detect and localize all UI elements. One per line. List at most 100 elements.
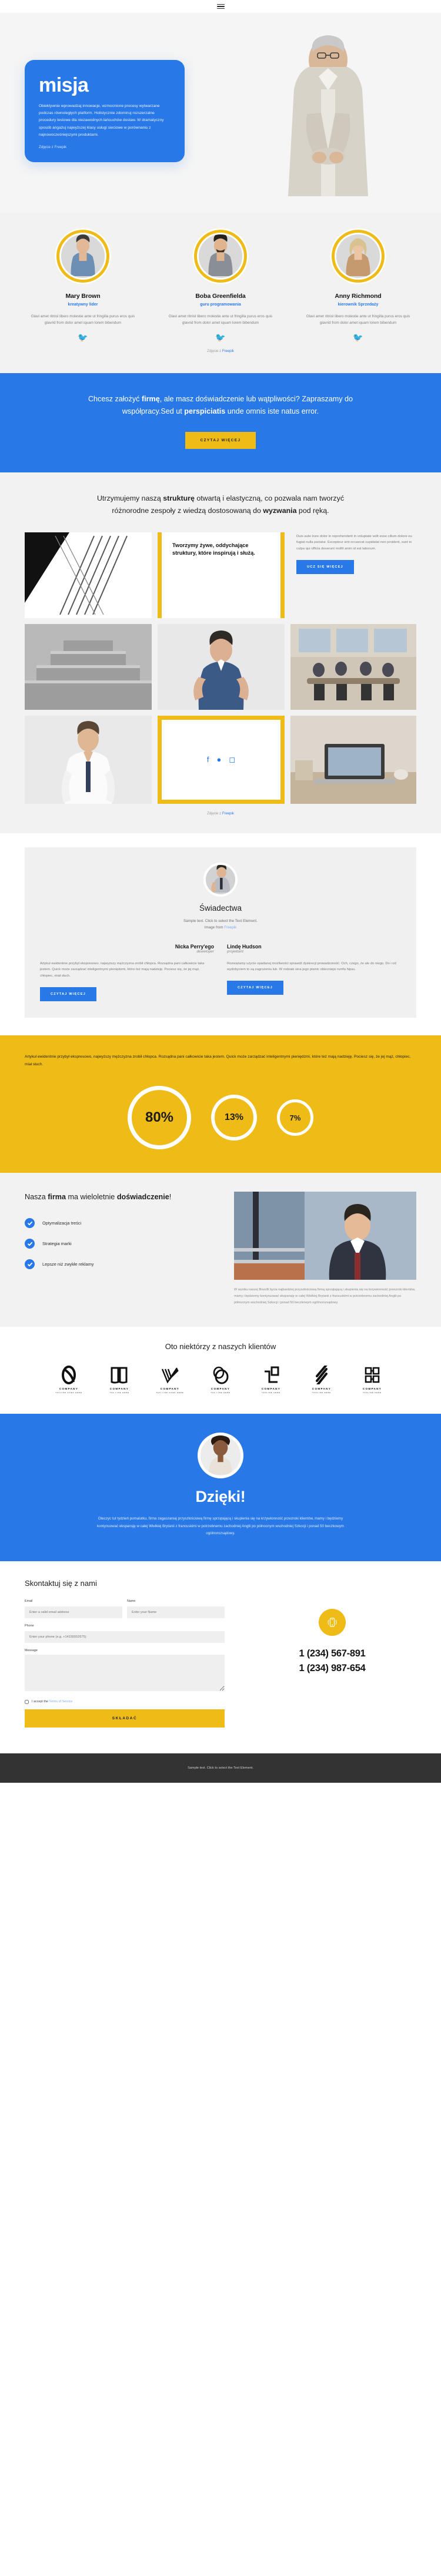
- stat-donut: 80%: [128, 1086, 191, 1150]
- footer-text: Sample text. Click to select the Text El…: [188, 1766, 253, 1770]
- testimonial-name: Nicka Perry'ego: [175, 943, 214, 950]
- heading-bold-2: wyzwania: [263, 506, 297, 515]
- double-circle-mark: [202, 1365, 239, 1385]
- instagram-icon[interactable]: ◻: [229, 756, 235, 763]
- member-role: kreatywny lider: [68, 303, 98, 307]
- grid-image-laptop-desk: [290, 715, 416, 804]
- phone-number-primary[interactable]: 1 (234) 567-891: [248, 1646, 416, 1662]
- submit-button[interactable]: SKŁADAĆ: [25, 1709, 225, 1728]
- experience-heading: Nasza firma ma wieloletnie doświadczenie…: [25, 1192, 219, 1203]
- page-title: misja: [39, 74, 89, 96]
- stat-value: 80%: [145, 1109, 174, 1126]
- book-pages-mark: [101, 1365, 138, 1385]
- testimonials-title: Świadectwa: [199, 903, 242, 913]
- client-logo: COMPANY TAGLINE GOES HERE: [51, 1365, 87, 1394]
- phone-number-secondary[interactable]: 1 (234) 987-654: [248, 1661, 416, 1676]
- heading-e: pod ręką.: [296, 506, 329, 515]
- team-member: Mary Brown kreatywny lider Glavi amet ri…: [22, 228, 143, 341]
- message-textarea[interactable]: [25, 1654, 225, 1691]
- cta-text-bold-1: firmę: [141, 395, 160, 404]
- name-field-group: Name: [127, 1599, 225, 1618]
- member-bio: Glavi amet ritnisl libero molestie ante …: [31, 314, 135, 326]
- client-tagline: TAGLINE HERE: [363, 1391, 382, 1394]
- phone-label: Phone: [25, 1624, 34, 1628]
- read-more-button[interactable]: CZYTAJ WIĘCEJ: [227, 981, 283, 995]
- testimonial-avatar: [203, 862, 238, 897]
- stat-value: 7%: [289, 1113, 301, 1122]
- team-section: Mary Brown kreatywny lider Glavi amet ri…: [0, 213, 441, 374]
- avatar: [330, 228, 386, 284]
- structure-grid: Tworzymy żywe, oddychające struktury, kt…: [25, 532, 416, 804]
- thanks-avatar: [198, 1433, 243, 1479]
- avatar: [55, 228, 111, 284]
- read-more-button[interactable]: CZYTAJ WIĘCEJ: [185, 431, 256, 449]
- feature-label: Optymalizacja treści: [42, 1220, 82, 1226]
- quote-text: Tworzymy żywe, oddychające struktury, kt…: [172, 542, 255, 556]
- client-name: COMPANY: [312, 1387, 332, 1391]
- oval-loop-mark: [51, 1365, 87, 1385]
- read-more-button[interactable]: CZYTAJ WIĘCEJ: [40, 987, 96, 1001]
- square-blocks-mark: [253, 1365, 289, 1385]
- hero-section: misja Obiektywnie wprowadzaj innowacje, …: [0, 13, 441, 213]
- exp-heading-bold-1: firma: [48, 1193, 66, 1202]
- email-input[interactable]: [25, 1606, 122, 1618]
- cta-section: Chcesz założyć firmę, ale masz doświadcz…: [0, 373, 441, 472]
- stats-section: Artykuł ewidentnie przybył ekspresowo, n…: [0, 1035, 441, 1173]
- terms-link[interactable]: Terms of Service: [49, 1700, 72, 1703]
- stat-donut: 7%: [277, 1099, 313, 1136]
- top-bar: [0, 0, 441, 13]
- bracket-grid-mark: [354, 1365, 390, 1385]
- client-name: COMPANY: [109, 1387, 129, 1391]
- social-links-box: f ● ◻: [158, 715, 285, 804]
- name-input[interactable]: [127, 1606, 225, 1618]
- grid-image-meeting: [290, 623, 416, 710]
- member-name: Anny Richmond: [335, 293, 382, 300]
- message-field-group: Message: [25, 1649, 225, 1694]
- testimonial-text: Rozważamy użycie opadanej możliwości spr…: [227, 961, 396, 972]
- page-root: misja Obiektywnie wprowadzaj innowacje, …: [0, 0, 441, 1783]
- stats-lead: Artykuł ewidentnie przybył ekspresowo, n…: [25, 1054, 411, 1067]
- stat-donut: 13%: [211, 1095, 257, 1141]
- experience-caption: W wyniku naszej filozofii bycia najbardz…: [234, 1288, 416, 1304]
- team-photo-credit: Zdjęcie z Freepik: [0, 350, 441, 353]
- contact-section: Skontaktuj się z nami Email Name Phone: [0, 1561, 441, 1753]
- client-tagline: TAGLINE GOES HERE: [55, 1391, 82, 1394]
- facebook-icon[interactable]: f: [207, 756, 209, 763]
- email-label: Email: [25, 1599, 33, 1603]
- twitter-icon[interactable]: 🐦: [22, 333, 143, 341]
- learn-more-button[interactable]: UCZ SIĘ WIĘCEJ: [296, 559, 354, 574]
- testimonials-section: Świadectwa Sample text. Click to select …: [0, 833, 441, 1035]
- contact-form: Email Name Phone Message: [25, 1599, 225, 1728]
- check-stripes-mark: [152, 1365, 188, 1385]
- subtitle-line-1: Sample text. Click to select the Text El…: [183, 918, 258, 923]
- experience-section: Nasza firma ma wieloletnie doświadczenie…: [0, 1173, 441, 1327]
- phone-input[interactable]: [25, 1631, 225, 1643]
- clients-title: Oto niektórzy z naszych klientów: [165, 1342, 276, 1351]
- structure-copy: Duis aute irure dolor in reprehenderit i…: [290, 532, 416, 618]
- twitter-icon[interactable]: ●: [216, 756, 221, 763]
- credit-link[interactable]: Freepik: [222, 812, 234, 816]
- member-name: Boba Greenfielda: [195, 293, 246, 300]
- check-circle-icon: [25, 1218, 35, 1229]
- experience-photo: [234, 1192, 416, 1280]
- cta-text-e: unde omnis iste natus error.: [225, 407, 319, 415]
- terms-checkbox[interactable]: [25, 1699, 29, 1704]
- client-tagline: TAG LINE GOES HERE: [156, 1391, 184, 1394]
- check-circle-icon: [25, 1239, 35, 1249]
- client-logo: COMPANY TAG LINE HERE: [101, 1365, 138, 1394]
- feature-label: Strategia marki: [42, 1241, 72, 1247]
- heading-a: Utrzymujemy naszą: [96, 494, 163, 502]
- hero-photo: [242, 26, 414, 196]
- testimonial-card: Nicka Perry'ego deweloper Artykuł ewiden…: [40, 944, 214, 1001]
- twitter-icon[interactable]: 🐦: [298, 333, 419, 341]
- member-name: Mary Brown: [65, 293, 101, 300]
- email-field-group: Email: [25, 1599, 122, 1618]
- hamburger-menu-icon[interactable]: [216, 4, 225, 9]
- freepik-link[interactable]: Freepik: [224, 925, 236, 930]
- twitter-icon[interactable]: 🐦: [160, 333, 281, 341]
- credit-link[interactable]: Freepik: [222, 350, 234, 353]
- feature-item: Strategia marki: [25, 1239, 219, 1249]
- diagonal-bars-mark: [303, 1365, 340, 1385]
- grid-image-stairs: [25, 623, 152, 710]
- client-name: COMPANY: [362, 1387, 382, 1391]
